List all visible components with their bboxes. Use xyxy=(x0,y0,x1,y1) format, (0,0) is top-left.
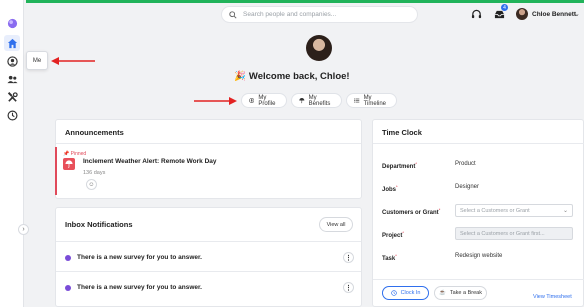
notification-icon xyxy=(65,285,71,291)
sidebar-collapse-button[interactable]: › xyxy=(18,224,29,235)
search-bar[interactable]: Search people and companies... xyxy=(221,6,418,23)
customers-label: Customers or Grant* xyxy=(382,207,441,216)
list-icon xyxy=(354,98,360,103)
clock-icon xyxy=(390,290,397,296)
more-options-icon[interactable]: ⋮ xyxy=(343,282,354,293)
umbrella-icon xyxy=(63,158,75,170)
home-icon[interactable] xyxy=(4,35,20,51)
party-icon: 🎉 xyxy=(234,71,247,82)
logo-icon[interactable] xyxy=(4,15,20,31)
my-profile-button[interactable]: My Profile xyxy=(241,93,287,108)
divider xyxy=(373,143,584,144)
tools-icon[interactable] xyxy=(4,89,20,105)
divider xyxy=(56,271,361,272)
welcome-heading: 🎉 Welcome back, Chloe! xyxy=(0,71,584,82)
clock-icon[interactable] xyxy=(4,107,20,123)
pinned-indicator xyxy=(55,147,57,195)
chevron-down-icon: ⌄ xyxy=(562,208,568,214)
headset-icon[interactable] xyxy=(470,8,482,20)
user-avatar[interactable] xyxy=(516,8,528,20)
department-label: Department* xyxy=(382,161,417,170)
notification-item[interactable]: There is a new survey for you to answer. xyxy=(77,284,202,291)
time-clock-title: Time Clock xyxy=(382,128,422,137)
jobs-value: Designer xyxy=(455,184,480,190)
project-label: Project* xyxy=(382,230,404,239)
chevron-down-icon[interactable]: ⌄ xyxy=(574,10,580,18)
user-name[interactable]: Chloe Bennett xyxy=(532,11,576,18)
pinned-label: 📌 Pinned xyxy=(63,151,87,157)
inbox-title: Inbox Notifications xyxy=(65,220,133,229)
annotation-arrow-left-icon xyxy=(51,57,95,65)
clock-in-button[interactable]: Clock In xyxy=(382,286,429,300)
task-label: Task* xyxy=(382,253,397,262)
add-reaction-icon[interactable]: ☺ xyxy=(86,179,97,190)
announcements-title: Announcements xyxy=(65,128,124,137)
welcome-text: Welcome back, Chloe! xyxy=(248,71,350,82)
search-icon xyxy=(229,10,237,19)
sidebar xyxy=(0,0,24,307)
coffee-icon: ☕ xyxy=(439,290,446,296)
announcement-title[interactable]: Inclement Weather Alert: Remote Work Day xyxy=(83,158,217,165)
department-value: Product xyxy=(455,161,476,167)
pin-icon: 📌 xyxy=(63,151,70,157)
top-accent-bar xyxy=(26,0,584,3)
jobs-label: Jobs* xyxy=(382,184,398,193)
more-options-icon[interactable]: ⋮ xyxy=(343,252,354,263)
task-value: Redesign website xyxy=(455,253,503,259)
notification-icon xyxy=(65,255,71,261)
my-benefits-button[interactable]: My Benefits xyxy=(291,93,342,108)
divider xyxy=(56,241,361,242)
person-icon[interactable] xyxy=(4,53,20,69)
customers-select[interactable]: Select a Customers or Grant ⌄ xyxy=(455,204,573,217)
sidebar-tooltip: Me xyxy=(26,51,48,70)
project-select[interactable]: Select a Customers or Grant first... xyxy=(455,227,573,240)
announcement-age: 136 days xyxy=(83,170,106,176)
profile-avatar xyxy=(306,35,332,61)
umbrella-icon xyxy=(299,97,305,104)
annotation-arrow-right-icon xyxy=(194,97,237,105)
view-all-button[interactable]: View all xyxy=(319,217,353,232)
person-circle-icon xyxy=(249,97,255,104)
take-break-button[interactable]: ☕ Take a Break xyxy=(434,286,487,300)
view-timesheet-link[interactable]: View Timesheet xyxy=(533,294,572,300)
divider xyxy=(373,279,584,280)
divider xyxy=(56,143,361,144)
notification-badge: 4 xyxy=(501,4,508,11)
search-input[interactable]: Search people and companies... xyxy=(243,11,336,18)
my-timeline-button[interactable]: My Timeline xyxy=(346,93,397,108)
notification-item[interactable]: There is a new survey for you to answer. xyxy=(77,254,202,261)
